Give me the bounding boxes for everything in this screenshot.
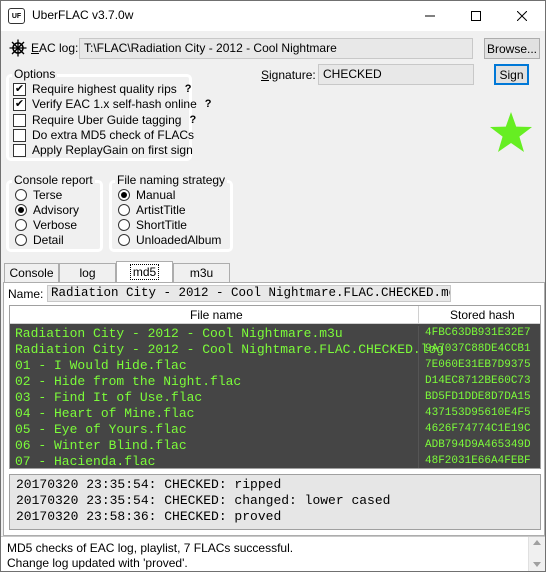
radio-advisory[interactable]: Advisory — [15, 203, 79, 217]
close-icon — [517, 11, 527, 21]
radio-shorttitle[interactable]: ShortTitle — [118, 218, 187, 232]
column-header-stored-hash[interactable]: Stored hash — [450, 308, 515, 322]
status-box[interactable]: MD5 checks of EAC log, playlist, 7 FLACs… — [1, 536, 545, 571]
scroll-down-icon[interactable] — [533, 562, 541, 567]
checkbox[interactable]: ✔ — [13, 82, 26, 96]
file-name-cell: 06 - Winter Blind.flac — [15, 438, 187, 453]
tab-log[interactable]: log — [59, 263, 116, 282]
help-icon[interactable]: ? — [185, 83, 192, 95]
table-row[interactable]: 06 - Winter Blind.flac ADB794D9A465349D — [10, 438, 540, 454]
close-button[interactable] — [499, 1, 545, 31]
status-scrollbar[interactable] — [528, 537, 545, 571]
star-icon — [490, 112, 532, 152]
scroll-up-icon[interactable] — [533, 540, 541, 545]
radio-button[interactable] — [118, 189, 130, 201]
stored-hash-cell: 4FBC63DB931E32E7 — [425, 327, 531, 339]
app-window: UF UberFLAC v3.7.0w EAC log: T:\FLAC\Rad… — [0, 0, 546, 572]
checkbox[interactable] — [13, 113, 26, 127]
radio-detail[interactable]: Detail — [15, 233, 64, 247]
maximize-icon — [471, 11, 481, 21]
checkbox[interactable] — [13, 128, 26, 142]
md5-log-box[interactable]: 20170320 23:35:54: CHECKED: ripped 20170… — [9, 474, 541, 530]
signature-label: Signature: — [261, 68, 316, 82]
file-name-cell: 01 - I Would Hide.flac — [15, 358, 187, 373]
column-header-file-name[interactable]: File name — [190, 308, 243, 322]
help-icon[interactable]: ? — [205, 98, 212, 110]
radio-button[interactable] — [118, 234, 130, 246]
title-bar[interactable]: UF UberFLAC v3.7.0w — [1, 1, 545, 31]
file-name-cell: 03 - Find It of Use.flac — [15, 390, 203, 405]
file-name-cell: Radiation City - 2012 - Cool Nightmare.m… — [15, 326, 343, 341]
stored-hash-cell: BD5FD1DDE8D7DA15 — [425, 391, 531, 403]
stored-hash-cell: 9A7037C88DE4CCB1 — [425, 343, 531, 355]
radio-button[interactable] — [15, 204, 27, 216]
window-title: UberFLAC v3.7.0w — [32, 8, 134, 22]
browse-button[interactable]: Browse... — [484, 38, 540, 59]
option-highest-quality[interactable]: ✔ Require highest quality rips ? — [13, 82, 191, 96]
stored-hash-cell: ADB794D9A465349D — [425, 439, 531, 451]
md5-name-label: Name: — [8, 287, 44, 301]
file-name-cell: 05 - Eye of Yours.flac — [15, 422, 187, 437]
checkbox[interactable] — [13, 143, 26, 157]
option-extra-md5[interactable]: Do extra MD5 check of FLACs — [13, 128, 194, 142]
sign-button[interactable]: Sign — [494, 64, 529, 85]
md5-name-field[interactable]: Radiation City - 2012 - Cool Nightmare.F… — [47, 285, 451, 302]
table-row[interactable]: 04 - Heart of Mine.flac 437153D95610E4F5 — [10, 406, 540, 422]
radio-artisttitle[interactable]: ArtistTitle — [118, 203, 186, 217]
radio-button[interactable] — [15, 189, 27, 201]
file-name-cell: 02 - Hide from the Night.flac — [15, 374, 242, 389]
radio-button[interactable] — [15, 219, 27, 231]
stored-hash-cell: 4626F74774C1E19C — [425, 423, 531, 435]
tab-console[interactable]: Console — [4, 263, 59, 282]
radio-manual[interactable]: Manual — [118, 188, 175, 202]
radio-button[interactable] — [118, 204, 130, 216]
table-row[interactable]: 02 - Hide from the Night.flac D14EC8712BE… — [10, 374, 540, 390]
option-uber-guide-tagging[interactable]: Require Uber Guide tagging ? — [13, 113, 196, 127]
options-title: Options — [12, 67, 58, 81]
tab-md5[interactable]: md5 — [116, 261, 173, 282]
file-name-cell: Radiation City - 2012 - Cool Nightmare.F… — [15, 342, 445, 357]
option-replaygain[interactable]: Apply ReplayGain on first sign — [13, 143, 193, 157]
signature-field[interactable]: CHECKED — [318, 64, 474, 85]
table-row[interactable]: 07 - Hacienda.flac 48F2031E66A4FEBF — [10, 454, 540, 469]
checkbox[interactable]: ✔ — [13, 97, 26, 111]
file-name-cell: 07 - Hacienda.flac — [15, 454, 156, 469]
md5-file-grid: File name Stored hash Radiation City - 2… — [9, 305, 541, 469]
maximize-button[interactable] — [453, 1, 499, 31]
stored-hash-cell: 48F2031E66A4FEBF — [425, 455, 531, 467]
stored-hash-cell: 437153D95610E4F5 — [425, 407, 531, 419]
ship-wheel-icon — [9, 39, 27, 57]
app-icon: UF — [8, 8, 25, 24]
table-row[interactable]: 05 - Eye of Yours.flac 4626F74774C1E19C — [10, 422, 540, 438]
help-icon[interactable]: ? — [189, 114, 196, 126]
tab-m3u[interactable]: m3u — [173, 263, 230, 282]
stored-hash-cell: 7E060E31EB7D9375 — [425, 359, 531, 371]
radio-button[interactable] — [118, 219, 130, 231]
radio-verbose[interactable]: Verbose — [15, 218, 77, 232]
naming-strategy-title: File naming strategy — [115, 173, 228, 187]
table-row[interactable]: Radiation City - 2012 - Cool Nightmare.m… — [10, 326, 540, 342]
radio-button[interactable] — [15, 234, 27, 246]
table-row[interactable]: 03 - Find It of Use.flac BD5FD1DDE8D7DA15 — [10, 390, 540, 406]
grid-header: File name Stored hash — [10, 306, 540, 324]
status-line: Change log updated with 'proved'. — [7, 556, 188, 570]
option-verify-eac[interactable]: ✔ Verify EAC 1.x self-hash online ? — [13, 97, 211, 111]
minimize-icon — [425, 15, 435, 17]
console-report-title: Console report — [12, 173, 95, 187]
log-line: 20170320 23:58:36: CHECKED: proved — [16, 509, 282, 524]
radio-terse[interactable]: Terse — [15, 188, 62, 202]
table-row[interactable]: Radiation City - 2012 - Cool Nightmare.F… — [10, 342, 540, 358]
minimize-button[interactable] — [407, 1, 453, 31]
log-line: 20170320 23:35:54: CHECKED: ripped — [16, 477, 282, 492]
eac-log-label: EAC log: — [31, 41, 79, 55]
log-line: 20170320 23:35:54: CHECKED: changed: low… — [16, 493, 391, 508]
stored-hash-cell: D14EC8712BE60C73 — [425, 375, 531, 387]
radio-unloadedalbum[interactable]: UnloadedAlbum — [118, 233, 221, 247]
status-line: MD5 checks of EAC log, playlist, 7 FLACs… — [7, 541, 294, 555]
eac-log-path-field[interactable]: T:\FLAC\Radiation City - 2012 - Cool Nig… — [79, 38, 473, 59]
file-name-cell: 04 - Heart of Mine.flac — [15, 406, 195, 421]
table-row[interactable]: 01 - I Would Hide.flac 7E060E31EB7D9375 — [10, 358, 540, 374]
